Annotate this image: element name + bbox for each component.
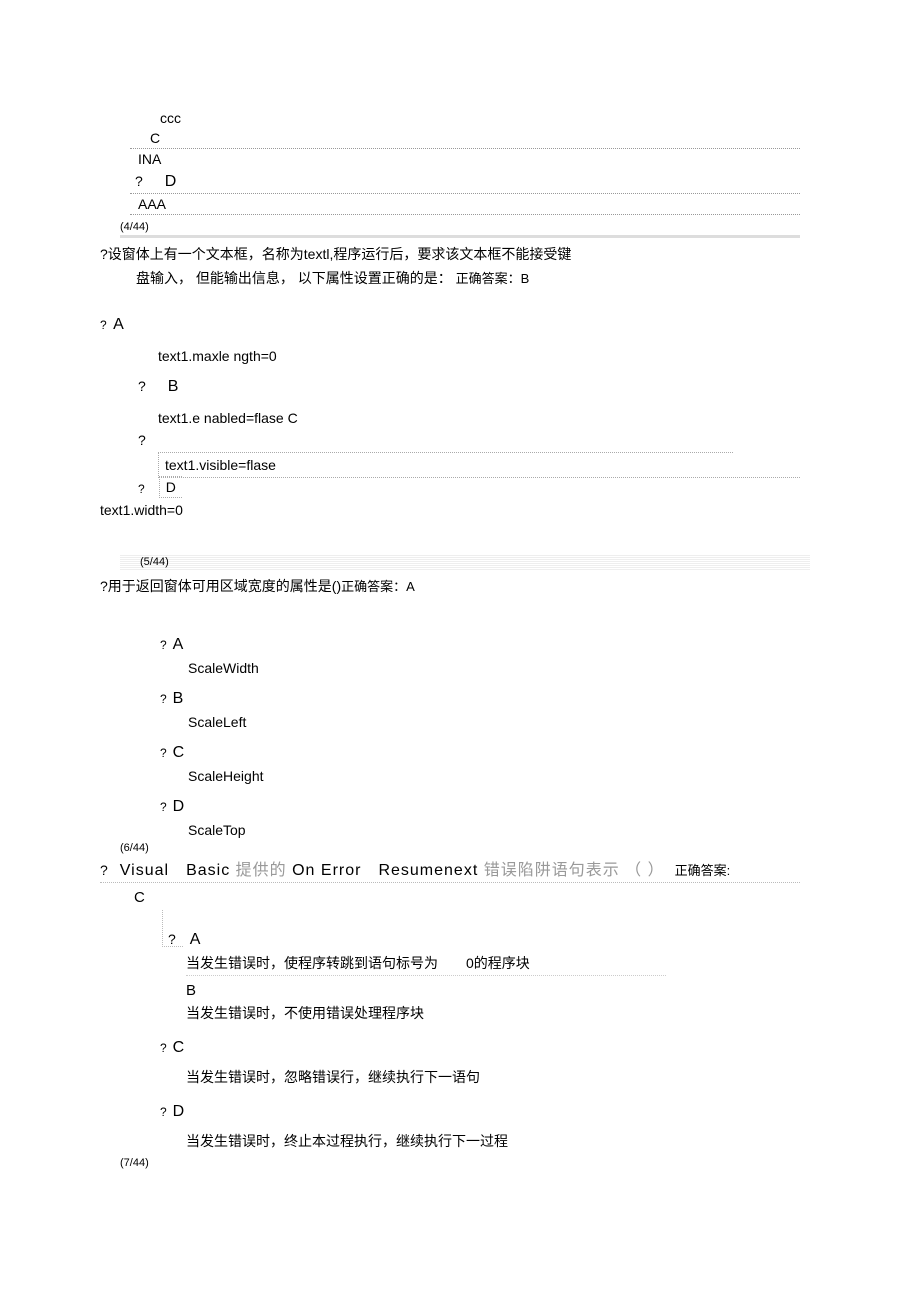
- q6-d-prefix: ?: [160, 1105, 167, 1119]
- q6-prefix: ?: [100, 862, 108, 878]
- q5-b-label: B: [173, 690, 184, 707]
- q4-b-text: text1.e nabled=flase C: [158, 410, 800, 426]
- q4-a-prefix: ?: [100, 318, 107, 332]
- q5-d-text: ScaleTop: [188, 822, 800, 838]
- q6-d-text: 当发生错误时，终止本过程执行，继续执行下一过程: [186, 1131, 800, 1153]
- q6-text: Visual Basic 提供的 On Error Resumenext 错误陷…: [120, 856, 665, 880]
- q4-a-row: ? A: [100, 316, 800, 334]
- q4-d-label: D: [159, 476, 182, 498]
- q6-b-text: 当发生错误时，不使用错误处理程序块: [186, 1003, 800, 1025]
- q4-a-text: text1.maxle ngth=0: [158, 348, 800, 364]
- q5-c-label: C: [173, 744, 185, 761]
- q4-d-prefix: ?: [138, 482, 145, 496]
- q3-d-label: D: [165, 173, 177, 190]
- q4-a-label: A: [113, 316, 124, 333]
- q5-d-label: D: [173, 798, 185, 815]
- counter-5: (5/44): [140, 556, 169, 568]
- q6-c-row: ? C: [160, 1039, 800, 1057]
- q4-c-text: text1.visible=flase: [165, 457, 276, 473]
- q5-a-label: A: [173, 636, 184, 653]
- q4-line1: ?设窗体上有一个文本框，名称为textl,程序运行后，要求该文本框不能接受键: [100, 244, 800, 264]
- q4-b-row: ? B: [138, 378, 800, 396]
- q6-a-text: 当发生错误时，使程序转跳到语句标号为 0的程序块: [186, 953, 666, 976]
- q6-c-prefix: ?: [160, 1041, 167, 1055]
- q6-a-row: ? A: [168, 931, 800, 949]
- q6-b-label: B: [186, 982, 800, 999]
- q5-answer: 正确答案：A: [341, 579, 415, 594]
- q5-qtext: ?用于返回窗体可用区域宽度的属性是(): [100, 578, 341, 594]
- q3-c-text: INA: [138, 151, 161, 167]
- counter-6: (6/44): [120, 842, 800, 856]
- q5-a-prefix: ?: [160, 638, 167, 652]
- q6-d-label: D: [173, 1103, 185, 1120]
- q6-a-label: A: [190, 931, 201, 948]
- q3-d-prefix: ?: [135, 173, 143, 189]
- q6-c-label: C: [173, 1039, 185, 1056]
- q6-gray2: 错误陷阱语句表示 （ ）: [484, 862, 665, 879]
- document-page: ccc C INA ? D AAA (4/44) ?设窗体上有一个文本框，名称为…: [0, 0, 920, 1211]
- q6-black1: Visual Basic: [120, 862, 236, 879]
- q6-question: ? Visual Basic 提供的 On Error Resumenext 错…: [100, 856, 800, 883]
- q5-c-row: ? C: [160, 744, 800, 762]
- q4-c-box: text1.visible=flase: [158, 453, 800, 478]
- q5-b-prefix: ?: [160, 692, 167, 706]
- counter-5-bar: (5/44): [120, 554, 810, 570]
- q4-c-row: ?: [138, 432, 800, 448]
- q6-options: ? A 当发生错误时，使程序转跳到语句标号为 0的程序块 B 当发生错误时，不使…: [160, 931, 800, 1153]
- q4-options: ? A text1.maxle ngth=0 ? B text1.e nable…: [100, 316, 800, 498]
- q4-c-prefix: ?: [138, 432, 146, 448]
- q4-answer: 正确答案：B: [456, 271, 530, 286]
- q6-black2: On Error Resumenext: [292, 862, 484, 879]
- counter-7: (7/44): [120, 1157, 800, 1171]
- q5-c-text: ScaleHeight: [188, 768, 800, 784]
- q3-ccc: ccc: [160, 110, 800, 126]
- q3-c-cell: INA: [130, 148, 800, 169]
- q4-d-text: text1.width=0: [100, 502, 800, 518]
- q3-d-row: ? D: [130, 173, 800, 191]
- q4-b-label: B: [168, 378, 179, 395]
- q3-d-cell: AAA: [130, 193, 800, 215]
- q5-question: ?用于返回窗体可用区域宽度的属性是()正确答案：A: [100, 576, 800, 596]
- q5-a-text: ScaleWidth: [188, 660, 800, 676]
- q6-c-below: C: [134, 889, 800, 906]
- q6-a-prefix: ?: [168, 931, 176, 947]
- q6-c-text: 当发生错误时，忽略错误行，继续执行下一语句: [186, 1067, 800, 1089]
- counter-4: (4/44): [120, 221, 800, 238]
- q4-line2a: 盘输入， 但能输出信息， 以下属性设置正确的是：: [136, 270, 456, 286]
- q3-c-label: C: [150, 130, 800, 146]
- q4-b-prefix: ?: [138, 378, 146, 394]
- q6-d-row: ? D: [160, 1103, 800, 1121]
- q5-b-row: ? B: [160, 690, 800, 708]
- q5-options: ? A ScaleWidth ? B ScaleLeft ? C ScaleHe…: [160, 636, 800, 838]
- q5-c-prefix: ?: [160, 746, 167, 760]
- q5-a-row: ? A: [160, 636, 800, 654]
- q4-question: ?设窗体上有一个文本框，名称为textl,程序运行后，要求该文本框不能接受键 盘…: [100, 244, 800, 288]
- q6-answer-tail: 正确答案:: [675, 860, 731, 879]
- q6-gray1: 提供的: [236, 862, 292, 879]
- q3-d-text: AAA: [138, 196, 166, 212]
- q5-d-prefix: ?: [160, 800, 167, 814]
- q4-line2: 盘输入， 但能输出信息， 以下属性设置正确的是： 正确答案：B: [136, 268, 800, 288]
- q4-d-row: ? D: [138, 476, 800, 498]
- q5-b-text: ScaleLeft: [188, 714, 800, 730]
- q5-d-row: ? D: [160, 798, 800, 816]
